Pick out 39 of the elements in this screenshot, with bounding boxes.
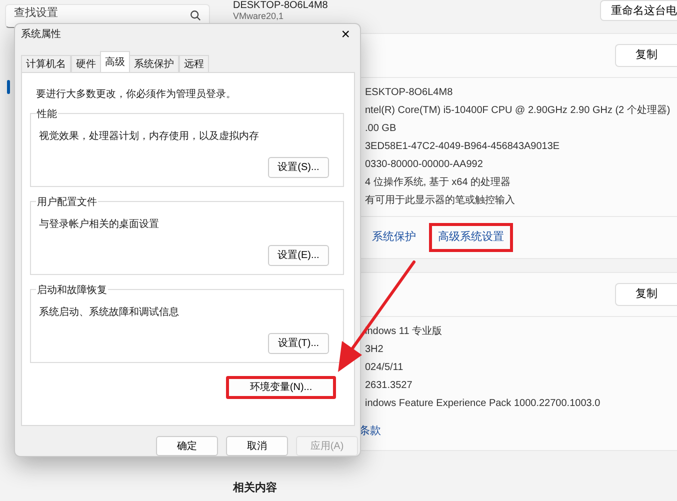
group-description: 视觉效果，处理器计划，内存使用，以及虚拟内存 <box>39 130 260 144</box>
settings-button[interactable]: 设置(S)... <box>268 156 329 178</box>
notice-text: 要进行大多数更改，你必须作为管理员登录。 <box>36 88 237 102</box>
settings-link[interactable]: 系统保护 <box>363 223 425 252</box>
device-name: DESKTOP-8O6L4M8 <box>233 0 328 11</box>
selection-indicator <box>7 80 10 94</box>
spec-value: 3ED58E1-47C2-4049-B964-456843A9013E <box>365 140 561 154</box>
dialog-button[interactable]: 确定 <box>156 436 218 456</box>
tab[interactable]: 远程 <box>179 54 209 72</box>
spec-value: 2631.3527 <box>365 379 414 393</box>
spec-value: 3H2 <box>365 343 384 357</box>
section-heading: 相关内容 <box>233 480 278 496</box>
spec-value: 0330-80000-00000-AA992 <box>365 158 484 172</box>
spec-value: .00 GB <box>365 122 398 136</box>
tab[interactable]: 硬件 <box>71 54 101 72</box>
tab[interactable]: 计算机名 <box>21 54 71 72</box>
copy-button[interactable]: 复制 <box>615 44 677 67</box>
settings-button[interactable]: 设置(T)... <box>268 332 329 354</box>
copy-button[interactable]: 复制 <box>615 283 677 306</box>
spec-value: 024/5/11 <box>365 361 404 375</box>
spec-value: indows Feature Experience Pack 1000.22700.1003.0 <box>365 397 602 411</box>
tab[interactable]: 系统保护 <box>129 54 179 72</box>
spec-value: 4 位操作系统, 基于 x64 的处理器 <box>365 176 512 190</box>
spec-value: 有可用于此显示器的笔或触控输入 <box>365 194 516 208</box>
settings-link[interactable]: 高级系统设置 <box>429 223 513 252</box>
group-description: 系统启动、系统故障和调试信息 <box>39 306 180 320</box>
search-icon <box>190 10 201 21</box>
group-description: 与登录帐户相关的桌面设置 <box>39 218 160 232</box>
spec-value: indows 11 专业版 <box>365 324 444 339</box>
close-button[interactable]: × <box>337 26 354 42</box>
window-title: 系统属性 <box>21 28 61 42</box>
environment-variables-button[interactable]: 环境变量(N)... <box>226 376 336 399</box>
settings-button[interactable]: 设置(E)... <box>268 244 329 266</box>
spec-value: ntel(R) Core(TM) i5-10400F CPU @ 2.90GHz 2.90 GHz (2 个处理器) <box>365 104 672 118</box>
rename-button[interactable]: 重命名这台电 <box>600 0 677 21</box>
spec-value: ESKTOP-8O6L4M8 <box>365 86 454 100</box>
device-model: VMware20,1 <box>233 11 285 21</box>
tab[interactable]: 高级 <box>100 50 130 72</box>
dialog-button[interactable]: 取消 <box>226 436 288 456</box>
